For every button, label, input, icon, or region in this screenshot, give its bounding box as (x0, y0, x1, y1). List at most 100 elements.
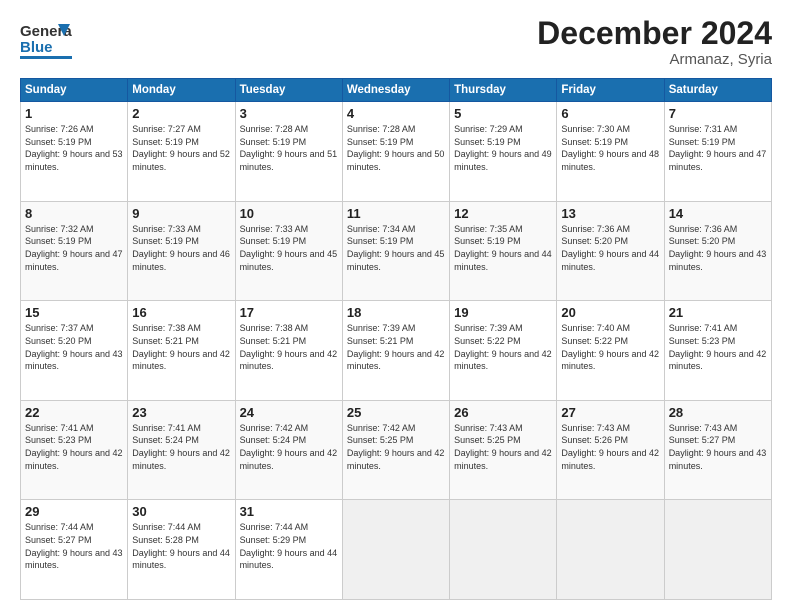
calendar-cell: 4 Sunrise: 7:28 AM Sunset: 5:19 PM Dayli… (342, 102, 449, 202)
sunrise: Sunrise: 7:33 AM (240, 224, 309, 234)
daylight: Daylight: 9 hours and 45 minutes. (240, 249, 338, 272)
sunrise: Sunrise: 7:30 AM (561, 124, 630, 134)
sunset: Sunset: 5:25 PM (454, 435, 521, 445)
weekday-header-row: Sunday Monday Tuesday Wednesday Thursday… (21, 79, 772, 102)
calendar-cell: 8 Sunrise: 7:32 AM Sunset: 5:19 PM Dayli… (21, 201, 128, 301)
day-number: 17 (240, 305, 338, 320)
calendar-cell (450, 500, 557, 600)
month-title: December 2024 (537, 16, 772, 51)
day-info: Sunrise: 7:39 AM Sunset: 5:21 PM Dayligh… (347, 322, 445, 372)
sunrise: Sunrise: 7:38 AM (240, 323, 309, 333)
day-info: Sunrise: 7:29 AM Sunset: 5:19 PM Dayligh… (454, 123, 552, 173)
day-info: Sunrise: 7:31 AM Sunset: 5:19 PM Dayligh… (669, 123, 767, 173)
daylight: Daylight: 9 hours and 42 minutes. (561, 349, 659, 372)
day-number: 11 (347, 206, 445, 221)
daylight: Daylight: 9 hours and 42 minutes. (454, 448, 552, 471)
daylight: Daylight: 9 hours and 42 minutes. (561, 448, 659, 471)
sunrise: Sunrise: 7:33 AM (132, 224, 201, 234)
daylight: Daylight: 9 hours and 44 minutes. (561, 249, 659, 272)
daylight: Daylight: 9 hours and 47 minutes. (669, 149, 767, 172)
day-info: Sunrise: 7:43 AM Sunset: 5:27 PM Dayligh… (669, 422, 767, 472)
day-info: Sunrise: 7:41 AM Sunset: 5:23 PM Dayligh… (25, 422, 123, 472)
sunrise: Sunrise: 7:38 AM (132, 323, 201, 333)
daylight: Daylight: 9 hours and 45 minutes. (347, 249, 445, 272)
sunset: Sunset: 5:19 PM (240, 137, 307, 147)
sunrise: Sunrise: 7:40 AM (561, 323, 630, 333)
calendar-week-5: 29 Sunrise: 7:44 AM Sunset: 5:27 PM Dayl… (21, 500, 772, 600)
calendar-cell: 14 Sunrise: 7:36 AM Sunset: 5:20 PM Dayl… (664, 201, 771, 301)
day-info: Sunrise: 7:42 AM Sunset: 5:24 PM Dayligh… (240, 422, 338, 472)
daylight: Daylight: 9 hours and 42 minutes. (25, 448, 123, 471)
calendar-cell: 2 Sunrise: 7:27 AM Sunset: 5:19 PM Dayli… (128, 102, 235, 202)
sunset: Sunset: 5:27 PM (669, 435, 736, 445)
sunrise: Sunrise: 7:42 AM (347, 423, 416, 433)
day-info: Sunrise: 7:32 AM Sunset: 5:19 PM Dayligh… (25, 223, 123, 273)
calendar-cell: 27 Sunrise: 7:43 AM Sunset: 5:26 PM Dayl… (557, 400, 664, 500)
day-number: 1 (25, 106, 123, 121)
sunset: Sunset: 5:20 PM (669, 236, 736, 246)
sunset: Sunset: 5:27 PM (25, 535, 92, 545)
sunrise: Sunrise: 7:36 AM (561, 224, 630, 234)
calendar-cell: 6 Sunrise: 7:30 AM Sunset: 5:19 PM Dayli… (557, 102, 664, 202)
calendar-week-1: 1 Sunrise: 7:26 AM Sunset: 5:19 PM Dayli… (21, 102, 772, 202)
calendar-cell: 20 Sunrise: 7:40 AM Sunset: 5:22 PM Dayl… (557, 301, 664, 401)
sunrise: Sunrise: 7:43 AM (454, 423, 523, 433)
daylight: Daylight: 9 hours and 43 minutes. (669, 448, 767, 471)
sunrise: Sunrise: 7:43 AM (669, 423, 738, 433)
daylight: Daylight: 9 hours and 47 minutes. (25, 249, 123, 272)
day-number: 20 (561, 305, 659, 320)
day-info: Sunrise: 7:41 AM Sunset: 5:24 PM Dayligh… (132, 422, 230, 472)
day-info: Sunrise: 7:33 AM Sunset: 5:19 PM Dayligh… (240, 223, 338, 273)
sunset: Sunset: 5:19 PM (132, 236, 199, 246)
calendar-cell: 1 Sunrise: 7:26 AM Sunset: 5:19 PM Dayli… (21, 102, 128, 202)
day-number: 30 (132, 504, 230, 519)
day-info: Sunrise: 7:40 AM Sunset: 5:22 PM Dayligh… (561, 322, 659, 372)
day-info: Sunrise: 7:30 AM Sunset: 5:19 PM Dayligh… (561, 123, 659, 173)
daylight: Daylight: 9 hours and 53 minutes. (25, 149, 123, 172)
day-info: Sunrise: 7:27 AM Sunset: 5:19 PM Dayligh… (132, 123, 230, 173)
header-sunday: Sunday (21, 79, 128, 102)
daylight: Daylight: 9 hours and 43 minutes. (669, 249, 767, 272)
sunrise: Sunrise: 7:44 AM (240, 522, 309, 532)
daylight: Daylight: 9 hours and 43 minutes. (25, 349, 123, 372)
day-info: Sunrise: 7:41 AM Sunset: 5:23 PM Dayligh… (669, 322, 767, 372)
header: General Blue December 2024 Armanaz, Syri… (20, 16, 772, 68)
day-number: 4 (347, 106, 445, 121)
logo: General Blue (20, 16, 72, 64)
day-number: 3 (240, 106, 338, 121)
calendar-cell: 18 Sunrise: 7:39 AM Sunset: 5:21 PM Dayl… (342, 301, 449, 401)
day-number: 21 (669, 305, 767, 320)
calendar-cell (557, 500, 664, 600)
header-saturday: Saturday (664, 79, 771, 102)
sunset: Sunset: 5:19 PM (669, 137, 736, 147)
day-info: Sunrise: 7:42 AM Sunset: 5:25 PM Dayligh… (347, 422, 445, 472)
day-number: 12 (454, 206, 552, 221)
day-number: 15 (25, 305, 123, 320)
sunrise: Sunrise: 7:39 AM (347, 323, 416, 333)
calendar-cell: 5 Sunrise: 7:29 AM Sunset: 5:19 PM Dayli… (450, 102, 557, 202)
header-wednesday: Wednesday (342, 79, 449, 102)
day-number: 28 (669, 405, 767, 420)
sunset: Sunset: 5:25 PM (347, 435, 414, 445)
daylight: Daylight: 9 hours and 49 minutes. (454, 149, 552, 172)
header-tuesday: Tuesday (235, 79, 342, 102)
daylight: Daylight: 9 hours and 42 minutes. (132, 349, 230, 372)
sunrise: Sunrise: 7:37 AM (25, 323, 94, 333)
calendar-cell (342, 500, 449, 600)
day-number: 16 (132, 305, 230, 320)
calendar-cell: 7 Sunrise: 7:31 AM Sunset: 5:19 PM Dayli… (664, 102, 771, 202)
title-block: December 2024 Armanaz, Syria (537, 16, 772, 68)
sunrise: Sunrise: 7:36 AM (669, 224, 738, 234)
page: General Blue December 2024 Armanaz, Syri… (0, 0, 792, 612)
sunset: Sunset: 5:19 PM (347, 137, 414, 147)
day-info: Sunrise: 7:26 AM Sunset: 5:19 PM Dayligh… (25, 123, 123, 173)
daylight: Daylight: 9 hours and 48 minutes. (561, 149, 659, 172)
day-info: Sunrise: 7:35 AM Sunset: 5:19 PM Dayligh… (454, 223, 552, 273)
calendar-cell: 26 Sunrise: 7:43 AM Sunset: 5:25 PM Dayl… (450, 400, 557, 500)
sunrise: Sunrise: 7:41 AM (132, 423, 201, 433)
daylight: Daylight: 9 hours and 52 minutes. (132, 149, 230, 172)
day-info: Sunrise: 7:36 AM Sunset: 5:20 PM Dayligh… (561, 223, 659, 273)
sunrise: Sunrise: 7:43 AM (561, 423, 630, 433)
day-number: 22 (25, 405, 123, 420)
day-number: 19 (454, 305, 552, 320)
